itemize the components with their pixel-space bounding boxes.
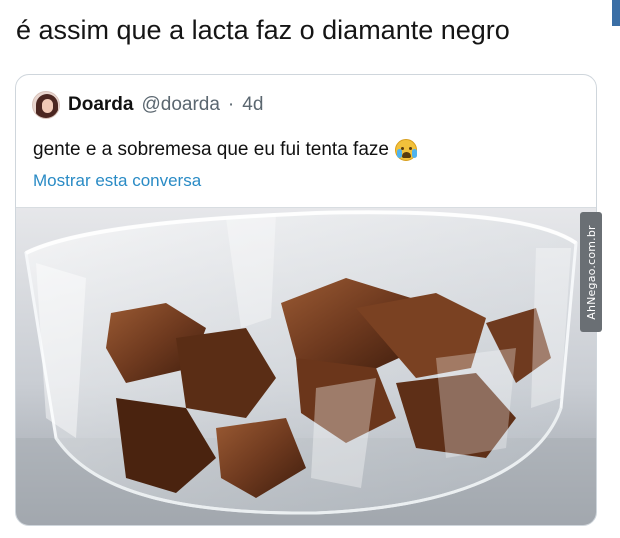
- post-caption: é assim que a lacta faz o diamante negro: [16, 15, 510, 45]
- tweet-text-row: gente e a sobremesa que eu fui tenta faz…: [33, 139, 417, 161]
- broken-glass-bowl-with-chocolate-image: [16, 208, 596, 525]
- tweet-header: Doarda @doarda · 4d: [32, 89, 263, 121]
- tweet-text: gente e a sobremesa que eu fui tenta faz…: [33, 139, 389, 160]
- user-handle[interactable]: @doarda: [141, 94, 219, 116]
- edge-strip: [612, 0, 620, 26]
- tweet-timestamp[interactable]: 4d: [242, 94, 263, 116]
- loudly-crying-face-icon: [394, 139, 417, 161]
- watermark-text: AhNegao.com.br: [584, 224, 598, 320]
- show-thread-link[interactable]: Mostrar esta conversa: [33, 171, 201, 191]
- quoted-tweet-card[interactable]: Doarda @doarda · 4d gente e a sobremesa …: [15, 74, 597, 526]
- avatar[interactable]: [32, 91, 60, 119]
- display-name[interactable]: Doarda: [68, 94, 133, 116]
- tweet-photo[interactable]: [16, 207, 596, 525]
- separator-dot: ·: [227, 94, 235, 115]
- watermark-badge: AhNegao.com.br: [580, 212, 602, 332]
